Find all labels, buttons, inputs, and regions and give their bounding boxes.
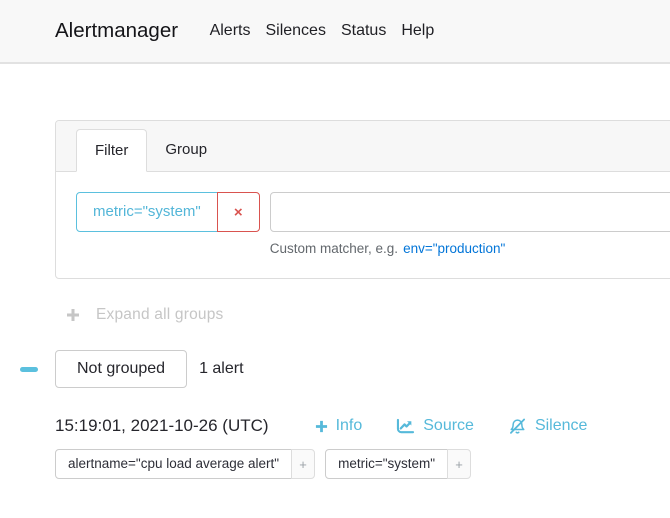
filter-card-body: metric="system" × Custom matcher, e.g. en… [56, 172, 670, 278]
nav-item-alerts[interactable]: Alerts [202, 16, 258, 46]
matcher-chip-label[interactable]: metric="system" [76, 192, 218, 232]
collapse-group-minus-icon[interactable] [20, 367, 38, 372]
source-link[interactable]: Source [396, 417, 474, 435]
add-filter-button[interactable]: + [291, 449, 315, 479]
tab-filter[interactable]: Filter [76, 129, 147, 172]
info-button-label: Info [336, 417, 363, 435]
label-chip-metric: metric="system" + [325, 449, 471, 479]
matcher-helper-label: Custom matcher, e.g. [270, 241, 398, 256]
alert-actions: Info Source Silence [281, 417, 588, 435]
bell-slash-icon [508, 418, 527, 435]
tab-group[interactable]: Group [147, 129, 225, 172]
custom-matcher-input[interactable] [270, 192, 670, 232]
plus-icon [315, 420, 328, 433]
nav-item-help[interactable]: Help [394, 16, 442, 46]
source-link-label: Source [423, 417, 474, 435]
top-navbar: Alertmanager Alerts Silences Status Help [0, 0, 670, 64]
silence-button-label: Silence [535, 417, 587, 435]
main-nav: Alerts Silences Status Help [202, 16, 442, 46]
alert-count-label: 1 alert [199, 360, 243, 378]
matcher-example-link[interactable]: env="production" [403, 241, 505, 256]
matcher-helper-text: Custom matcher, e.g. env="production" [270, 241, 670, 256]
filter-card: Filter Group metric="system" × Custom ma… [55, 120, 670, 279]
alert-timestamp: 15:19:01, 2021-10-26 (UTC) [55, 416, 269, 436]
info-button[interactable]: Info [315, 417, 363, 435]
label-chip-text: alertname="cpu load average alert" [55, 449, 292, 479]
group-header: Not grouped 1 alert [0, 350, 670, 388]
matcher-chip: metric="system" × [76, 192, 260, 232]
group-name-button[interactable]: Not grouped [55, 350, 187, 388]
expand-all-groups-button[interactable]: Expand all groups [66, 306, 670, 324]
plus-icon [66, 308, 80, 322]
expand-all-groups-label: Expand all groups [96, 306, 223, 324]
filter-card-tabs: Filter Group [56, 121, 670, 172]
label-chip-alertname: alertname="cpu load average alert" + [55, 449, 315, 479]
matcher-remove-button[interactable]: × [217, 192, 260, 232]
chart-line-icon [396, 418, 415, 435]
label-chip-text: metric="system" [325, 449, 448, 479]
add-filter-button[interactable]: + [447, 449, 471, 479]
nav-item-status[interactable]: Status [333, 16, 393, 46]
alert-labels: alertname="cpu load average alert" + met… [55, 449, 670, 479]
brand-alertmanager[interactable]: Alertmanager [55, 19, 178, 43]
nav-item-silences[interactable]: Silences [258, 16, 333, 46]
silence-button[interactable]: Silence [508, 417, 587, 435]
alert-row: 15:19:01, 2021-10-26 (UTC) Info Source [55, 416, 670, 436]
